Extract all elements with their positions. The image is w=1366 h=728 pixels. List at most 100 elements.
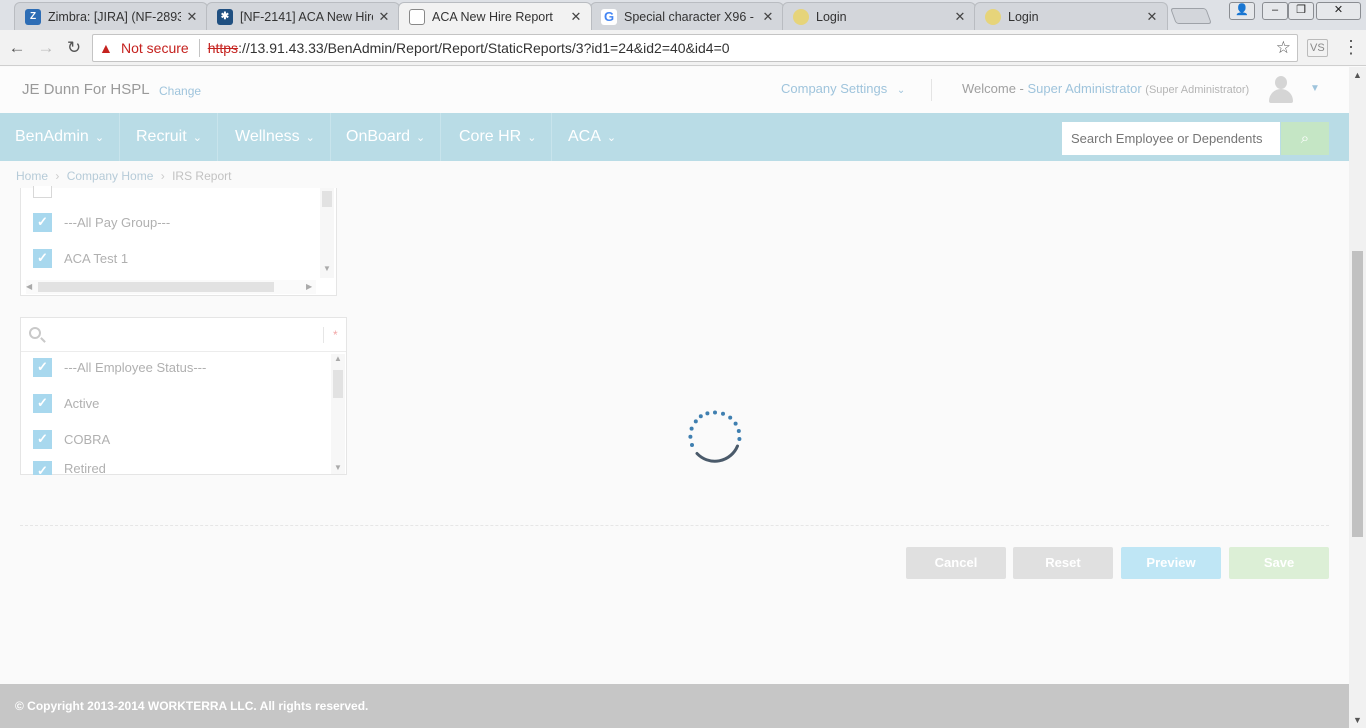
welcome-prefix: Welcome - [962, 81, 1028, 96]
browser-tab-zimbra[interactable]: Z Zimbra: [JIRA] (NF-2893) ✕ [14, 2, 208, 30]
nav-wellness[interactable]: Wellness ⌄ [220, 113, 331, 161]
tab-title: [NF-2141] ACA New Hire [240, 9, 373, 24]
list-item[interactable]: ✓ Retired [33, 461, 106, 475]
chevron-down-icon: ⌄ [416, 132, 426, 144]
warning-icon: ▲ [99, 40, 113, 56]
nav-core-hr[interactable]: Core HR ⌄ [444, 113, 553, 161]
browser-tab-aca-report[interactable]: ACA New Hire Report ✕ [398, 2, 592, 30]
new-tab-button[interactable] [1170, 8, 1212, 24]
browser-tab-login-2[interactable]: Login ✕ [974, 2, 1168, 30]
scroll-left-arrow[interactable]: ◀ [26, 282, 32, 291]
close-window-button[interactable]: ✕ [1316, 2, 1361, 20]
search-icon: ⌕ [1300, 130, 1310, 147]
login-icon [985, 8, 1001, 25]
tab-title: Login [1008, 9, 1039, 24]
nav-aca[interactable]: ACA ⌄ [553, 113, 631, 161]
nav-benadmin[interactable]: BenAdmin ⌄ [0, 113, 121, 161]
scroll-down-arrow[interactable]: ▼ [1353, 715, 1362, 725]
avatar[interactable] [1266, 75, 1296, 105]
divider [20, 525, 1329, 526]
checkbox[interactable]: ✓ [33, 357, 52, 377]
checkbox[interactable]: ✓ [33, 212, 52, 232]
nav-label: OnBoard [346, 128, 411, 145]
google-icon: G [601, 8, 617, 25]
cancel-button[interactable]: Cancel [906, 547, 1006, 579]
extension-icon[interactable]: VS [1307, 39, 1328, 57]
list-item[interactable]: ✓ ---All Employee Status--- [33, 357, 206, 377]
scroll-up-arrow[interactable]: ▲ [334, 354, 342, 363]
close-icon[interactable]: ✕ [185, 9, 199, 25]
employee-status-list: * ✓ ---All Employee Status--- ✓ Active ✓… [20, 317, 347, 475]
checkbox[interactable]: ✓ [33, 429, 52, 449]
close-icon[interactable]: ✕ [1145, 9, 1159, 25]
checkbox[interactable]: ✓ [33, 248, 52, 268]
scroll-up-arrow[interactable]: ▲ [1353, 70, 1362, 80]
chevron-down-icon: ⌄ [527, 132, 537, 144]
breadcrumb-home[interactable]: Home [16, 169, 48, 183]
bookmark-star-icon[interactable]: ☆ [1276, 38, 1291, 58]
save-button[interactable]: Save [1229, 547, 1329, 579]
employee-status-search[interactable]: * [21, 318, 346, 352]
divider [323, 327, 324, 343]
list-item[interactable]: ✓ ---All Pay Group--- [33, 212, 170, 232]
nav-onboard[interactable]: OnBoard ⌄ [331, 113, 442, 161]
horizontal-scrollbar[interactable]: ◀ ▶ [26, 280, 316, 294]
close-icon[interactable]: ✕ [761, 9, 775, 25]
employee-search-input[interactable] [1062, 122, 1280, 155]
vertical-scrollbar[interactable]: ▲ ▼ [331, 354, 345, 474]
list-item[interactable]: ✓ ACA Test 1 [33, 248, 128, 268]
footer: © Copyright 2013-2014 WORKTERRA LLC. All… [0, 684, 1349, 728]
checkbox[interactable]: ✓ [33, 393, 52, 413]
scroll-thumb[interactable] [1352, 251, 1363, 537]
user-profile-icon[interactable]: 👤 [1229, 2, 1255, 20]
list-item-label: Retired [64, 461, 106, 475]
chevron-down-icon: ⌄ [606, 132, 617, 144]
list-item-label: ACA Test 1 [64, 250, 129, 266]
restore-button[interactable]: ❐ [1288, 2, 1314, 20]
list-item-label: ---All Pay Group--- [64, 214, 171, 230]
list-item[interactable] [33, 182, 64, 202]
scroll-down-arrow[interactable]: ▼ [323, 264, 331, 273]
breadcrumb-company-home[interactable]: Company Home [67, 169, 154, 183]
checkbox[interactable] [33, 186, 52, 198]
scroll-thumb[interactable] [322, 191, 332, 207]
tab-title: Login [816, 9, 847, 24]
list-item[interactable]: ✓ Active [33, 393, 99, 413]
divider [198, 39, 200, 57]
close-icon[interactable]: ✕ [377, 9, 391, 25]
breadcrumb-current: IRS Report [172, 169, 232, 183]
vertical-scrollbar[interactable]: ▼ [320, 188, 334, 278]
close-icon[interactable]: ✕ [569, 9, 583, 25]
minimize-button[interactable]: – [1262, 2, 1288, 20]
browser-menu-icon[interactable]: ⋮ [1342, 36, 1360, 58]
close-icon[interactable]: ✕ [953, 9, 967, 25]
scroll-down-arrow[interactable]: ▼ [334, 463, 342, 472]
nav-recruit[interactable]: Recruit ⌄ [121, 113, 218, 161]
back-arrow-icon[interactable]: ← [5, 36, 29, 60]
address-bar[interactable]: ▲ Not secure https ://13.91.43.33/BenAdm… [92, 34, 1298, 62]
caret-down-icon[interactable]: ▼ [1310, 83, 1320, 94]
url-scheme: https [207, 40, 239, 56]
list-item[interactable]: ✓ COBRA [33, 429, 110, 449]
scroll-thumb[interactable] [333, 370, 343, 398]
page-scrollbar[interactable]: ▲ ▼ [1349, 67, 1366, 728]
change-company-link[interactable]: Change [159, 84, 201, 98]
reload-icon[interactable]: ↻ [62, 36, 86, 60]
main-nav: BenAdmin ⌄ Recruit ⌄ Wellness ⌄ OnBoard ⌄ Co… [0, 113, 1349, 161]
reset-button[interactable]: Reset [1013, 547, 1113, 579]
scroll-thumb[interactable] [38, 282, 274, 292]
scroll-right-arrow[interactable]: ▶ [306, 282, 312, 291]
search-button[interactable]: ⌕ [1281, 122, 1329, 155]
browser-tab-login-1[interactable]: Login ✕ [782, 2, 976, 30]
preview-button[interactable]: Preview [1121, 547, 1221, 579]
jira-icon: ✱ [217, 8, 233, 25]
browser-tab-jira[interactable]: ✱ [NF-2141] ACA New Hire ✕ [206, 2, 400, 30]
browser-tab-google[interactable]: G Special character X96 - G ✕ [590, 2, 784, 30]
checkbox[interactable]: ✓ [33, 461, 52, 475]
chevron-down-icon: ⌄ [94, 132, 105, 144]
user-name-link[interactable]: Super Administrator [1028, 81, 1142, 96]
forward-arrow-icon[interactable]: → [34, 36, 58, 60]
company-settings-menu[interactable]: Company Settings ⌄ [781, 81, 905, 96]
page-icon [409, 8, 425, 25]
tab-title: Zimbra: [JIRA] (NF-2893) [48, 9, 181, 24]
